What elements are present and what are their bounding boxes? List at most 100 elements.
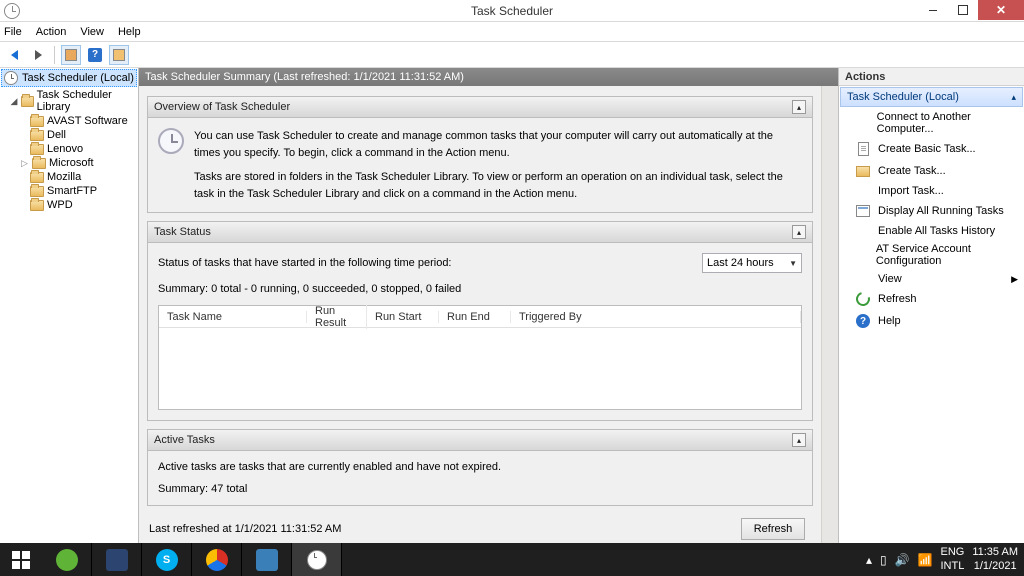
arrow-right-icon xyxy=(35,50,42,60)
action-label: Connect to Another Computer... xyxy=(877,111,1018,135)
center-content: Overview of Task Scheduler ▴ You can use… xyxy=(139,86,821,543)
tree-item-dell[interactable]: Dell xyxy=(0,128,138,142)
tray-chevron-icon[interactable]: ▴ xyxy=(866,553,872,567)
col-triggered-by[interactable]: Triggered By xyxy=(511,311,801,323)
tree-item-label: Dell xyxy=(47,129,66,141)
folder-icon xyxy=(32,158,46,169)
action-create-task[interactable]: Create Task... xyxy=(839,160,1024,182)
help-button[interactable]: ? xyxy=(85,45,105,65)
action-label: AT Service Account Configuration xyxy=(876,243,1018,267)
active-tasks-title: Active Tasks xyxy=(154,434,215,446)
vertical-scrollbar[interactable] xyxy=(821,86,838,543)
period-select[interactable]: Last 24 hours ▼ xyxy=(702,253,802,273)
taskbar-app-monitor[interactable] xyxy=(242,543,292,576)
tree-item-label: SmartFTP xyxy=(47,185,97,197)
task-table-header: Task Name Run Result Run Start Run End T… xyxy=(159,306,801,328)
tree-item-microsoft[interactable]: ▷ Microsoft xyxy=(0,156,138,170)
taskbar-app-vscode[interactable] xyxy=(92,543,142,576)
tree-item-label: Microsoft xyxy=(49,157,94,169)
expand-icon[interactable]: ◢ xyxy=(10,97,18,106)
action-label: Help xyxy=(878,315,901,327)
folder-icon xyxy=(30,172,44,183)
menu-help[interactable]: Help xyxy=(118,26,141,38)
menu-view[interactable]: View xyxy=(80,26,104,38)
maximize-button[interactable] xyxy=(948,0,978,20)
taskbar-app-chrome[interactable] xyxy=(192,543,242,576)
tray-clock[interactable]: 11:35 AM1/1/2021 xyxy=(972,546,1018,572)
app-icon: S xyxy=(156,549,178,571)
action-label: Create Task... xyxy=(878,165,946,177)
tree-item-lenovo[interactable]: Lenovo xyxy=(0,142,138,156)
action-pane-icon xyxy=(113,49,125,61)
start-button[interactable] xyxy=(0,543,42,576)
status-period-row: Status of tasks that have started in the… xyxy=(158,253,802,273)
col-task-name[interactable]: Task Name xyxy=(159,311,307,323)
status-summary: Summary: 0 total - 0 running, 0 succeede… xyxy=(158,283,802,295)
tree-item-wpd[interactable]: WPD xyxy=(0,198,138,212)
tree-item-label: WPD xyxy=(47,199,73,211)
folder-icon xyxy=(30,186,44,197)
app-icon xyxy=(256,549,278,571)
summary-footer: Last refreshed at 1/1/2021 11:31:52 AM R… xyxy=(147,514,813,540)
task-table: Task Name Run Result Run Start Run End T… xyxy=(158,305,802,410)
collapse-button[interactable]: ▴ xyxy=(792,100,806,114)
tray-network-icon[interactable]: 📶 xyxy=(918,553,933,567)
action-import[interactable]: Import Task... xyxy=(839,182,1024,200)
action-label: View xyxy=(878,273,902,285)
col-run-end[interactable]: Run End xyxy=(439,311,511,323)
tree-library[interactable]: ◢ Task Scheduler Library xyxy=(0,88,138,114)
show-hide-action-button[interactable] xyxy=(109,45,129,65)
action-help[interactable]: ?Help xyxy=(839,310,1024,332)
main-area: Task Scheduler (Local) ◢ Task Scheduler … xyxy=(0,68,1024,543)
status-period-label: Status of tasks that have started in the… xyxy=(158,257,452,269)
tree-root[interactable]: Task Scheduler (Local) xyxy=(1,69,137,87)
col-run-start[interactable]: Run Start xyxy=(367,311,439,323)
back-button[interactable] xyxy=(4,45,24,65)
forward-button[interactable] xyxy=(28,45,48,65)
tray-language[interactable]: ENGINTL xyxy=(940,546,964,572)
tree-item-mozilla[interactable]: Mozilla xyxy=(0,170,138,184)
last-refreshed-label: Last refreshed at 1/1/2021 11:31:52 AM xyxy=(149,523,341,535)
action-at-service[interactable]: AT Service Account Configuration xyxy=(839,240,1024,270)
action-refresh[interactable]: Refresh xyxy=(839,288,1024,310)
action-label: Import Task... xyxy=(878,185,944,197)
action-label: Refresh xyxy=(878,293,917,305)
app-icon xyxy=(56,549,78,571)
action-label: Enable All Tasks History xyxy=(878,225,995,237)
summary-header: Task Scheduler Summary (Last refreshed: … xyxy=(139,68,838,86)
taskbar-app-skype[interactable]: S xyxy=(142,543,192,576)
console-tree-icon xyxy=(65,49,77,61)
tree-library-label: Task Scheduler Library xyxy=(37,89,136,113)
expand-icon[interactable]: ▷ xyxy=(20,159,29,168)
menu-action[interactable]: Action xyxy=(36,26,67,38)
task-status-body: Status of tasks that have started in the… xyxy=(147,243,813,421)
tray-volume-icon[interactable]: 🔊 xyxy=(895,553,910,567)
active-tasks-summary: Summary: 47 total xyxy=(158,483,802,495)
tree-root-label: Task Scheduler (Local) xyxy=(22,72,134,84)
taskbar-app-utorrent[interactable] xyxy=(42,543,92,576)
tree-item-smartftp[interactable]: SmartFTP xyxy=(0,184,138,198)
active-tasks-panel: Active Tasks ▴ Active tasks are tasks th… xyxy=(147,429,813,506)
action-enable-history[interactable]: Enable All Tasks History xyxy=(839,222,1024,240)
collapse-button[interactable]: ▴ xyxy=(792,225,806,239)
refresh-button[interactable]: Refresh xyxy=(741,518,805,540)
action-display-running[interactable]: Display All Running Tasks xyxy=(839,200,1024,222)
tree-item-avast[interactable]: AVAST Software xyxy=(0,114,138,128)
minimize-button[interactable] xyxy=(918,0,948,20)
menu-file[interactable]: File xyxy=(4,26,22,38)
chevron-up-icon[interactable]: ▴ xyxy=(1011,92,1016,103)
actions-title: Actions xyxy=(839,68,1024,86)
col-run-result[interactable]: Run Result xyxy=(307,305,367,329)
action-connect[interactable]: Connect to Another Computer... xyxy=(839,108,1024,138)
show-hide-console-button[interactable] xyxy=(61,45,81,65)
taskbar-app-scheduler[interactable] xyxy=(292,543,342,576)
menu-bar: File Action View Help xyxy=(0,22,1024,42)
tasks-icon xyxy=(855,203,871,219)
tray-action-center-icon[interactable]: ▯ xyxy=(880,553,887,567)
system-tray: ▴ ▯ 🔊 📶 ENGINTL 11:35 AM1/1/2021 xyxy=(866,543,1024,576)
collapse-button[interactable]: ▴ xyxy=(792,433,806,447)
action-create-basic[interactable]: Create Basic Task... xyxy=(839,138,1024,160)
arrow-left-icon xyxy=(11,50,18,60)
close-button[interactable]: ✕ xyxy=(978,0,1024,20)
action-view[interactable]: View▶ xyxy=(839,270,1024,288)
